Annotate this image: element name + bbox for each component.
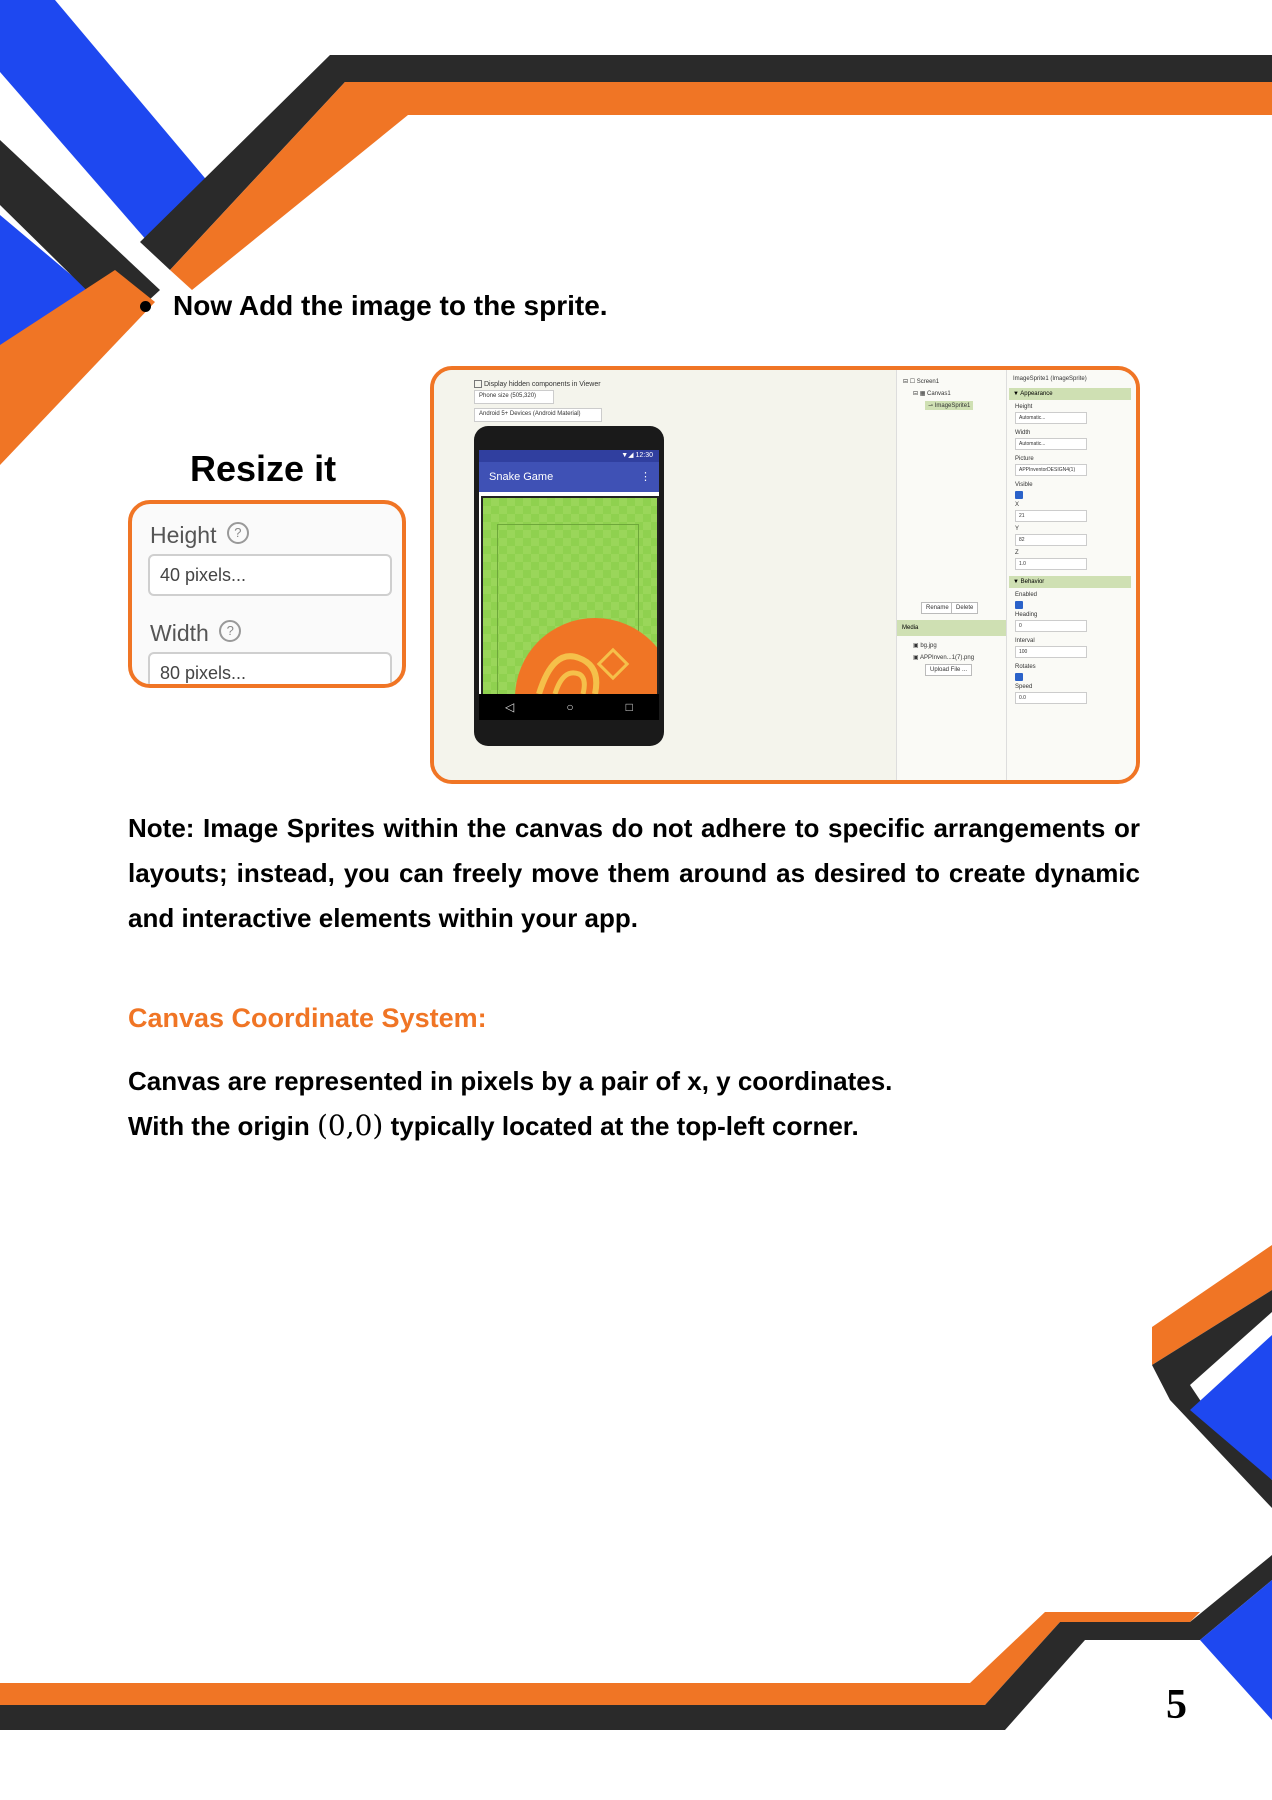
properties-panel: ImageSprite1 (ImageSprite) ▼ Appearance … — [1006, 370, 1136, 780]
height-input[interactable]: 40 pixels... — [148, 554, 392, 596]
prop-speed-label: Speed — [1015, 684, 1033, 690]
prop-height-input[interactable]: Automatic... — [1015, 412, 1087, 424]
prop-speed-input[interactable]: 0.0 — [1015, 692, 1087, 704]
prop-enabled-label: Enabled — [1015, 592, 1038, 598]
coord-line-1: Canvas are represented in pixels by a pa… — [128, 1066, 893, 1096]
navigation-bar: ◁ ○ □ — [479, 694, 659, 720]
coord-line-2-before: With the origin — [128, 1111, 310, 1141]
prop-visible-checkbox[interactable] — [1015, 491, 1023, 499]
phone-size-select[interactable]: Phone size (505,320) — [474, 390, 554, 404]
bullet-text: Now Add the image to the sprite. — [173, 290, 608, 321]
checkbox-icon[interactable] — [474, 380, 482, 388]
prop-x-label: X — [1015, 502, 1020, 508]
height-label-row: Height ? — [150, 522, 249, 549]
behavior-section-header[interactable]: ▼ Behavior — [1009, 576, 1131, 588]
tree-item-canvas1[interactable]: ⊟ ▦ Canvas1 — [913, 390, 951, 397]
app-title: Snake Game — [489, 471, 554, 483]
page-number: 5 — [1166, 1682, 1187, 1728]
overflow-menu-icon[interactable]: ⋮ — [640, 462, 651, 492]
prop-picture-input[interactable]: APPInventorDESIGN4(1) — [1015, 464, 1087, 476]
prop-heading-label: Heading — [1015, 612, 1038, 618]
viewer-panel: Display hidden components in Viewer Phon… — [434, 370, 896, 780]
width-input[interactable]: 80 pixels... — [148, 652, 392, 684]
properties-title: ImageSprite1 (ImageSprite) — [1013, 376, 1087, 382]
top-orange-band — [170, 82, 1272, 290]
prop-heading-input[interactable]: 0 — [1015, 620, 1087, 632]
prop-width-label: Width — [1015, 430, 1031, 436]
prop-interval-input[interactable]: 100 — [1015, 646, 1087, 658]
delete-button[interactable]: Delete — [951, 602, 979, 614]
status-bar: ▼◢ 12:30 — [479, 450, 659, 462]
resize-properties-snippet: Height ? 40 pixels... Width ? 80 pixels.… — [128, 500, 406, 688]
width-label: Width — [150, 620, 209, 646]
recents-icon[interactable]: □ — [626, 700, 633, 714]
origin-value: (0,0) — [316, 1109, 384, 1142]
appearance-section-header[interactable]: ▼ Appearance — [1009, 388, 1131, 400]
help-icon[interactable]: ? — [219, 620, 242, 642]
prop-y-input[interactable]: 82 — [1015, 534, 1087, 546]
components-panel: ⊟ ☐ Screen1 ⊟ ▦ Canvas1 ⇀ ImageSprite1 R… — [896, 370, 1007, 780]
coord-line-2: With the origin (0,0) typically located … — [128, 1109, 859, 1142]
prop-y-label: Y — [1015, 526, 1020, 532]
theme-select[interactable]: Android 5+ Devices (Android Material) — [474, 408, 602, 422]
status-time: 12:30 — [635, 452, 653, 459]
back-icon[interactable]: ◁ — [505, 700, 514, 714]
tree-item-imagesprite1[interactable]: ⇀ ImageSprite1 — [925, 401, 974, 410]
prop-visible-label: Visible — [1015, 482, 1033, 488]
prop-interval-label: Interval — [1015, 638, 1035, 644]
prop-z-label: Z — [1015, 550, 1019, 556]
app-bar: Snake Game ⋮ — [479, 462, 659, 492]
phone-screen: ▼◢ 12:30 Snake Game ⋮ ◁ ○ □ — [479, 450, 659, 720]
prop-x-input[interactable]: 21 — [1015, 510, 1087, 522]
coord-line-2-after: typically located at the top-left corner… — [390, 1111, 859, 1141]
media-file-logo[interactable]: ▣ APPInven...1(7).png — [913, 654, 974, 661]
prop-rotates-checkbox[interactable] — [1015, 673, 1023, 681]
home-icon[interactable]: ○ — [566, 700, 573, 714]
prop-picture-label: Picture — [1015, 456, 1034, 462]
tree-item-screen1[interactable]: ⊟ ☐ Screen1 — [903, 378, 939, 385]
hidden-components-option[interactable]: Display hidden components in Viewer — [474, 380, 601, 388]
prop-rotates-label: Rotates — [1015, 664, 1036, 670]
prop-width-input[interactable]: Automatic... — [1015, 438, 1087, 450]
help-icon[interactable]: ? — [226, 522, 249, 544]
prop-height-label: Height — [1015, 404, 1033, 410]
signal-icon: ▼◢ — [621, 452, 636, 459]
canvas-component[interactable] — [481, 496, 659, 696]
bullet-icon — [140, 300, 151, 312]
rename-button[interactable]: Rename — [921, 602, 954, 614]
image-sprite-logo[interactable] — [483, 498, 657, 694]
media-file-bg[interactable]: ▣ bg.jpg — [913, 642, 937, 649]
prop-z-input[interactable]: 1.0 — [1015, 558, 1087, 570]
note-paragraph: Note: Image Sprites within the canvas do… — [128, 813, 1140, 933]
width-label-row: Width ? — [150, 620, 242, 647]
section-title: Canvas Coordinate System: — [128, 1003, 487, 1033]
upload-file-button[interactable]: Upload File ... — [925, 664, 973, 676]
height-label: Height — [150, 522, 217, 548]
designer-screenshot: Display hidden components in Viewer Phon… — [430, 366, 1140, 784]
hidden-components-label: Display hidden components in Viewer — [483, 380, 601, 388]
bullet-item: Now Add the image to the sprite. — [140, 290, 608, 322]
resize-title: Resize it — [190, 448, 337, 489]
media-header: Media — [897, 620, 1007, 636]
phone-preview: ▼◢ 12:30 Snake Game ⋮ ◁ ○ □ — [474, 426, 664, 746]
prop-enabled-checkbox[interactable] — [1015, 601, 1023, 609]
